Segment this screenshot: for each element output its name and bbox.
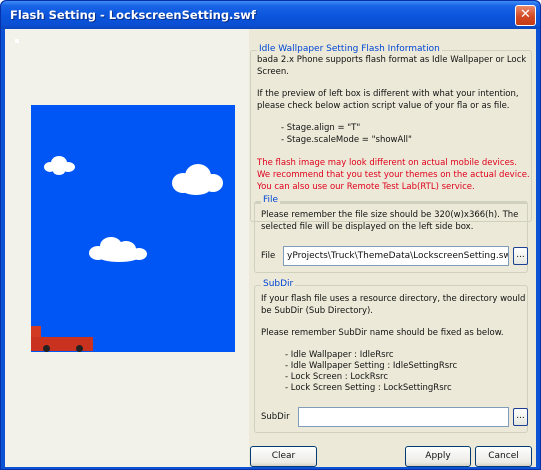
subdir-info-text-2: be SubDir (Sub Directory). — [261, 306, 373, 316]
stage-scalemode-value: - Stage.scaleMode = "showAll" — [281, 135, 412, 145]
truck-wheel — [43, 345, 50, 352]
warning-text-3: You can also use our Remote Test Lab(RTL… — [257, 182, 475, 192]
title-bar[interactable]: Flash Setting - LockscreenSetting.swf ✕ — [1, 1, 540, 29]
info-text-4: please check below action script value o… — [257, 101, 510, 111]
subdir-group: SubDir If your flash file uses a resourc… — [254, 279, 528, 433]
flash-preview-area — [5, 29, 249, 467]
subdir-info-text-3: Please remember SubDir name should be fi… — [261, 328, 504, 338]
flash-preview-stage — [31, 105, 235, 352]
subdir-item-idle-wallpaper-setting: - Idle Wallpaper Setting : IdleSettingRs… — [285, 361, 458, 371]
warning-text-2: We recommend that you test your themes o… — [257, 170, 530, 180]
subdir-label: SubDir — [261, 412, 290, 422]
file-info-text-2: selected file will be displayed on the l… — [261, 222, 474, 232]
file-group: File Please remember the file size shoul… — [254, 195, 528, 273]
subdir-item-lock-screen-setting: - Lock Screen Setting : LockSettingRsrc — [285, 383, 452, 393]
info-text-3: If the preview of left box is different … — [257, 89, 519, 99]
cloud-icon — [89, 237, 147, 262]
info-group: Idle Wallpaper Setting Flash Information… — [250, 44, 532, 222]
corner-marker — [15, 39, 19, 43]
subdir-group-legend: SubDir — [261, 279, 296, 289]
file-browse-button[interactable]: ... — [513, 247, 528, 265]
close-icon: ✕ — [520, 7, 531, 22]
subdir-input[interactable] — [298, 407, 509, 427]
apply-button[interactable]: Apply — [405, 446, 471, 467]
file-label: File — [261, 251, 276, 261]
warning-text-1: The flash image may look different on ac… — [257, 158, 517, 168]
info-text-1: bada 2.x Phone supports flash format as … — [257, 55, 527, 65]
info-text-2: Screen. — [257, 67, 289, 77]
subdir-item-lock-screen: - Lock Screen : LockRsrc — [285, 372, 389, 382]
subdir-item-idle-wallpaper: - Idle Wallpaper : IdleRsrc — [285, 350, 394, 360]
file-path-input[interactable]: yProjects\Truck\ThemeData\LockscreenSett… — [283, 246, 509, 266]
truck-body — [31, 337, 93, 351]
file-group-legend: File — [261, 195, 281, 205]
window-title: Flash Setting - LockscreenSetting.swf — [10, 8, 256, 22]
cloud-icon — [44, 156, 75, 175]
cloud-icon — [172, 164, 223, 195]
subdir-browse-button[interactable]: ... — [513, 408, 528, 426]
subdir-info-text-1: If your flash file uses a resource direc… — [261, 294, 526, 304]
info-group-legend: Idle Wallpaper Setting Flash Information — [257, 44, 442, 54]
cancel-button[interactable]: Cancel — [475, 446, 532, 467]
close-button[interactable]: ✕ — [515, 5, 536, 26]
stage-align-value: - Stage.align = "T" — [281, 123, 361, 133]
file-info-text-1: Please remember the file size should be … — [261, 210, 519, 220]
flash-setting-window: Flash Setting - LockscreenSetting.swf ✕ — [0, 0, 541, 470]
dialog-client-area: Idle Wallpaper Setting Flash Information… — [5, 29, 536, 467]
cloud-scene — [44, 156, 223, 262]
truck-wheel — [76, 345, 83, 352]
clear-button[interactable]: Clear — [250, 446, 317, 467]
